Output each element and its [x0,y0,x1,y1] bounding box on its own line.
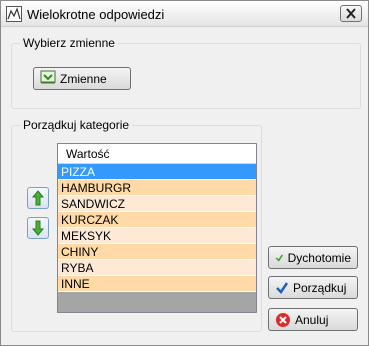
arrow-up-icon [31,190,45,206]
dichotomy-button-label: Dychotomie [287,250,351,265]
variables-group-legend: Wybierz zmienne [20,36,118,50]
order-button[interactable]: Porządkuj [268,276,358,299]
category-row[interactable]: CHINY [58,244,256,260]
move-down-button[interactable] [27,217,49,239]
variables-icon [40,69,56,88]
move-up-button[interactable] [27,187,49,209]
category-row[interactable]: RYBA [58,260,256,276]
close-icon [346,8,356,19]
checkmark-icon [275,253,284,262]
category-row[interactable]: MEKSYK [58,228,256,244]
category-row[interactable]: HAMBURGR [58,180,256,196]
category-list[interactable]: Wartość PIZZA HAMBURGR SANDWICZ KURCZAK MEKS… [57,143,257,313]
variables-button-label: Zmienne [60,71,107,86]
window-title: Wielokrotne odpowiedzi [27,7,165,22]
close-button[interactable] [340,5,362,22]
category-rows: PIZZA HAMBURGR SANDWICZ KURCZAK MEKSYK CHINY R… [58,164,256,292]
checkmark-blue-icon [276,281,289,294]
arrow-down-icon [31,220,45,236]
category-row[interactable]: SANDWICZ [58,196,256,212]
column-header-value[interactable]: Wartość [58,144,256,164]
dichotomy-button[interactable]: Dychotomie [268,246,358,269]
variables-button[interactable]: Zmienne [33,67,131,90]
category-row[interactable]: INNE [58,276,256,292]
category-row[interactable]: KURCZAK [58,212,256,228]
order-group-legend: Porządkuj kategorie [20,118,133,132]
dialog-window: Wielokrotne odpowiedzi Wybierz zmienne Z… [0,0,369,346]
cancel-button-label: Anuluj [295,312,329,327]
cancel-button[interactable]: Anuluj [268,308,358,331]
order-button-label: Porządkuj [293,280,347,295]
category-row[interactable]: PIZZA [58,164,256,180]
app-icon [6,6,22,22]
cancel-icon [276,312,290,327]
title-bar[interactable]: Wielokrotne odpowiedzi [1,1,368,27]
